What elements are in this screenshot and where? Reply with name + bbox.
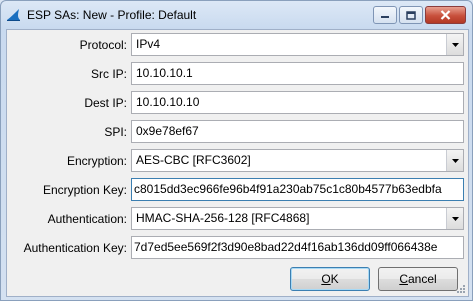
cancel-accelerator: C xyxy=(399,272,408,286)
encryption-key-row: Encryption Key: c8015dd3ec966fe96b4f91a2… xyxy=(7,178,468,202)
dest-ip-label: Dest IP: xyxy=(84,96,127,110)
encryption-dropdown-button[interactable] xyxy=(446,150,463,171)
encryption-value: AES-CBC [RFC3602] xyxy=(136,153,251,167)
encryption-key-label: Encryption Key: xyxy=(42,183,127,197)
dest-ip-row: Dest IP: 10.10.10.10 xyxy=(7,91,468,115)
authentication-key-row: Authentication Key: 7d7ed5ee569f2f3d90e8… xyxy=(7,236,468,260)
minimize-button[interactable] xyxy=(373,6,397,24)
title-bar[interactable]: ESP SAs: New - Profile: Default xyxy=(1,1,472,29)
encryption-label: Encryption: xyxy=(66,154,127,168)
authentication-key-label: Authentication Key: xyxy=(23,241,127,255)
dialog-body: Protocol: IPv4 Src IP: 10.10.10.1 Dest I… xyxy=(6,29,469,297)
ok-label-rest: K xyxy=(330,272,339,286)
dest-ip-field[interactable]: 10.10.10.10 xyxy=(131,91,464,114)
authentication-select[interactable]: HMAC-SHA-256-128 [RFC4868] xyxy=(131,207,464,230)
src-ip-label: Src IP: xyxy=(90,67,127,81)
authentication-row: Authentication: HMAC-SHA-256-128 [RFC486… xyxy=(7,207,468,231)
encryption-key-field[interactable]: c8015dd3ec966fe96b4f91a230ab75c1c80b4577… xyxy=(131,178,464,201)
authentication-key-value: 7d7ed5ee569f2f3d90e8bad22d4f16ab136dd09f… xyxy=(134,240,438,254)
spi-value: 0x9e78ef67 xyxy=(136,124,199,138)
src-ip-value: 10.10.10.1 xyxy=(136,66,193,80)
protocol-row: Protocol: IPv4 xyxy=(7,33,468,57)
spi-field[interactable]: 0x9e78ef67 xyxy=(131,120,464,143)
chevron-down-icon xyxy=(451,216,459,221)
dialog-window: ESP SAs: New - Profile: Default Protocol… xyxy=(0,0,473,301)
spi-label: SPI: xyxy=(104,125,127,139)
src-ip-field[interactable]: 10.10.10.1 xyxy=(131,62,464,85)
encryption-row: Encryption: AES-CBC [RFC3602] xyxy=(7,149,468,173)
cancel-button[interactable]: Cancel xyxy=(378,267,458,291)
protocol-select[interactable]: IPv4 xyxy=(131,33,464,56)
close-button[interactable] xyxy=(425,6,466,24)
authentication-key-field[interactable]: 7d7ed5ee569f2f3d90e8bad22d4f16ab136dd09f… xyxy=(131,236,464,259)
protocol-dropdown-button[interactable] xyxy=(446,34,463,55)
wireshark-fin-icon xyxy=(7,9,20,21)
minimize-icon xyxy=(381,16,389,18)
window-title: ESP SAs: New - Profile: Default xyxy=(27,8,197,22)
encryption-select[interactable]: AES-CBC [RFC3602] xyxy=(131,149,464,172)
chevron-down-icon xyxy=(451,42,459,47)
authentication-dropdown-button[interactable] xyxy=(446,208,463,229)
authentication-label: Authentication: xyxy=(47,212,127,226)
spi-row: SPI: 0x9e78ef67 xyxy=(7,120,468,144)
src-ip-row: Src IP: 10.10.10.1 xyxy=(7,62,468,86)
ok-accelerator: O xyxy=(321,272,331,286)
maximize-icon xyxy=(406,10,416,20)
ok-button[interactable]: OK xyxy=(290,267,370,291)
cancel-label-rest: ancel xyxy=(407,272,437,286)
close-icon xyxy=(440,10,451,20)
protocol-value: IPv4 xyxy=(136,37,161,51)
dest-ip-value: 10.10.10.10 xyxy=(136,95,200,109)
maximize-button[interactable] xyxy=(399,6,423,24)
protocol-label: Protocol: xyxy=(79,38,127,52)
encryption-key-value: c8015dd3ec966fe96b4f91a230ab75c1c80b4577… xyxy=(134,182,442,196)
authentication-value: HMAC-SHA-256-128 [RFC4868] xyxy=(136,211,310,225)
resize-grip-icon[interactable] xyxy=(454,282,466,294)
chevron-down-icon xyxy=(451,158,459,163)
